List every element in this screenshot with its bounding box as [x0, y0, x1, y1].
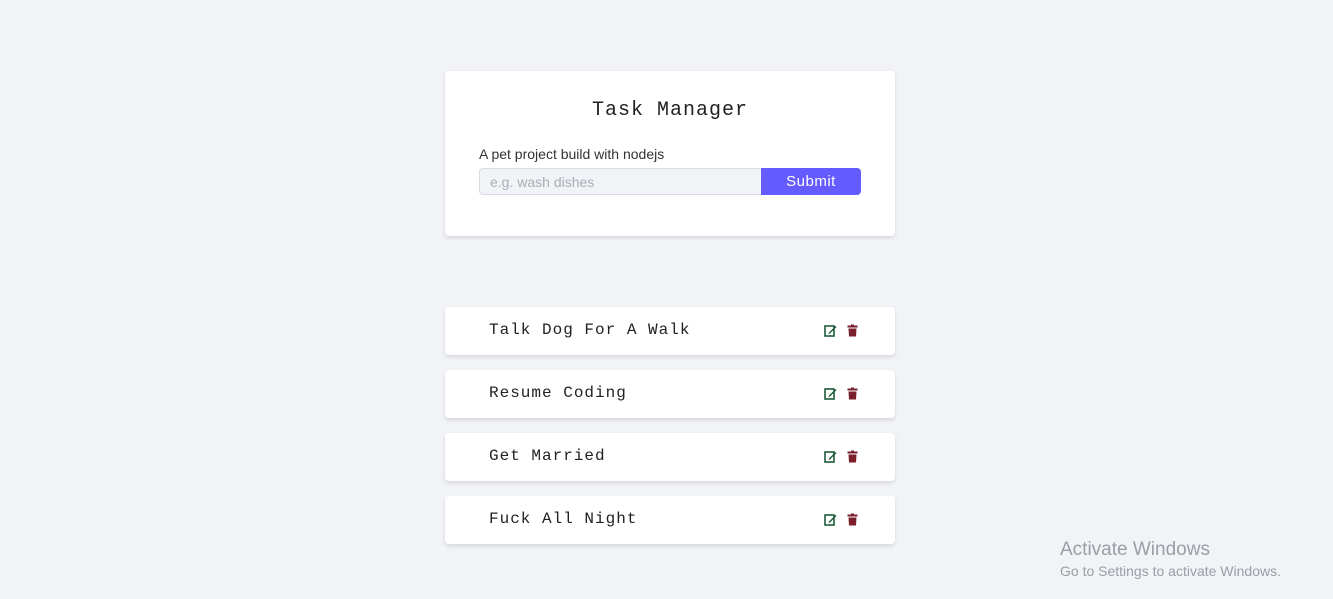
delete-button[interactable]: [846, 513, 859, 526]
task-name: Get Married: [489, 447, 606, 465]
watermark-title: Activate Windows: [1060, 539, 1210, 560]
trash-icon: [847, 324, 858, 337]
task-item: Talk Dog For A Walk: [445, 307, 895, 355]
delete-button[interactable]: [846, 450, 859, 463]
task-item: Get Married: [445, 433, 895, 481]
task-name: Resume Coding: [489, 384, 627, 402]
edit-button[interactable]: [824, 324, 837, 337]
task-item: Fuck All Night: [445, 496, 895, 544]
edit-button[interactable]: [824, 450, 837, 463]
edit-icon: [824, 514, 837, 526]
trash-icon: [847, 450, 858, 463]
delete-button[interactable]: [846, 387, 859, 400]
delete-button[interactable]: [846, 324, 859, 337]
trash-icon: [847, 513, 858, 526]
windows-activation-watermark: Activate Windows Go to Settings to activ…: [1060, 539, 1281, 581]
edit-icon: [824, 325, 837, 337]
page-title: Task Manager: [591, 99, 749, 122]
watermark-subtitle: Go to Settings to activate Windows.: [1060, 563, 1281, 579]
task-name: Talk Dog For A Walk: [489, 321, 691, 339]
edit-button[interactable]: [824, 513, 837, 526]
form-subtitle: A pet project build with nodejs: [479, 146, 665, 162]
edit-icon: [824, 388, 837, 400]
trash-icon: [847, 387, 858, 400]
task-item: Resume Coding: [445, 370, 895, 418]
submit-button[interactable]: Submit: [761, 168, 861, 195]
edit-button[interactable]: [824, 387, 837, 400]
task-input[interactable]: [479, 168, 761, 195]
task-name: Fuck All Night: [489, 510, 638, 528]
task-form-card: Task Manager A pet project build with no…: [445, 71, 895, 236]
edit-icon: [824, 451, 837, 463]
task-form: Submit: [479, 168, 861, 195]
task-list: Talk Dog For A Walk Resume Coding Get Ma…: [445, 307, 895, 559]
